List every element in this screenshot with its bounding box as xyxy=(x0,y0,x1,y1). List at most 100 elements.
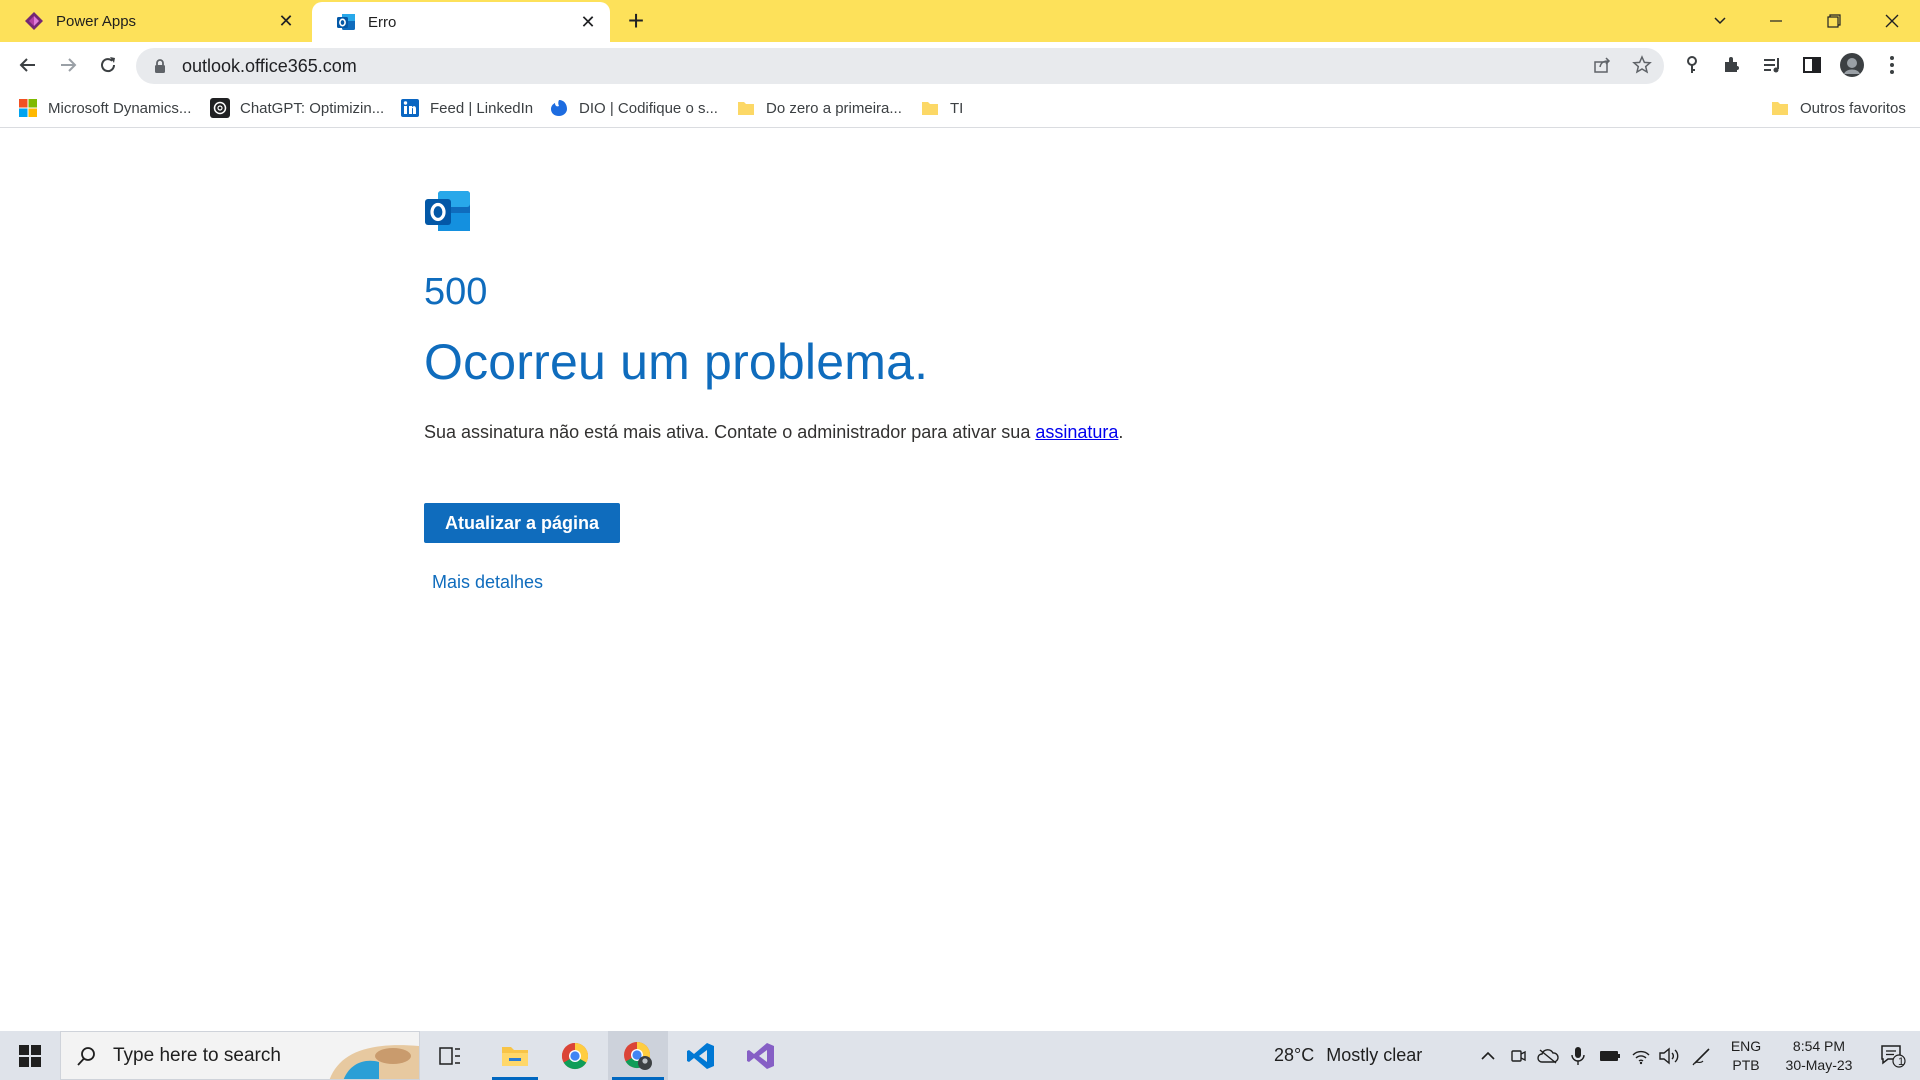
key-icon[interactable] xyxy=(1678,51,1706,79)
microsoft-icon xyxy=(19,99,37,117)
weather-description: Mostly clear xyxy=(1326,1045,1423,1065)
camera-icon xyxy=(1511,1049,1526,1062)
wifi-icon xyxy=(1632,1050,1650,1064)
more-details-link[interactable]: Mais detalhes xyxy=(432,572,543,593)
tab-strip: Power Apps ✕ Erro ✕ + xyxy=(0,0,1920,42)
lock-icon xyxy=(155,59,165,73)
error-message: Sua assinatura não está mais ativa. Cont… xyxy=(424,422,1123,443)
bookmark-label: ChatGPT: Optimizin... xyxy=(240,99,385,117)
minimize-button[interactable] xyxy=(1748,0,1804,42)
start-button[interactable] xyxy=(0,1031,60,1080)
tab-title: Erro xyxy=(368,13,397,31)
error-headline: Ocorreu um problema. xyxy=(424,334,929,390)
tab-title: Power Apps xyxy=(56,12,137,30)
side-panel-icon[interactable] xyxy=(1798,51,1826,79)
close-tab-icon[interactable]: ✕ xyxy=(276,11,296,31)
bookmark-microsoft-dynamics[interactable]: Microsoft Dynamics... xyxy=(18,96,191,120)
bookmark-label: Outros favoritos xyxy=(1800,99,1906,117)
weather-widget[interactable]: 28°C Mostly clear xyxy=(1262,1031,1422,1080)
tray-battery[interactable] xyxy=(1596,1031,1624,1080)
bookmark-label: Microsoft Dynamics... xyxy=(48,99,192,117)
restore-button[interactable] xyxy=(1806,0,1862,42)
page-content: 500 Ocorreu um problema. Sua assinatura … xyxy=(0,129,1920,1031)
bookmark-label: Feed | LinkedIn xyxy=(430,99,534,117)
battery-icon xyxy=(1600,1050,1620,1061)
menu-kebab-icon[interactable] xyxy=(1878,51,1906,79)
notification-center-button[interactable]: 1 xyxy=(1870,1031,1916,1080)
bookmark-label: DIO | Codifique o s... xyxy=(579,99,718,117)
microphone-icon xyxy=(1571,1046,1585,1065)
tray-onedrive[interactable] xyxy=(1536,1031,1560,1080)
weather-temperature: 28°C xyxy=(1274,1045,1315,1065)
tab-erro[interactable]: Erro ✕ xyxy=(312,2,610,42)
taskbar-visual-studio[interactable] xyxy=(734,1031,788,1080)
bookmark-folder-do-zero[interactable]: Do zero a primeira... xyxy=(736,96,902,120)
bookmark-linkedin[interactable]: Feed | LinkedIn xyxy=(400,96,533,120)
task-view-button[interactable] xyxy=(430,1031,470,1080)
share-icon[interactable] xyxy=(1588,51,1616,79)
outlook-icon xyxy=(337,14,355,30)
error-message-suffix: . xyxy=(1118,422,1124,442)
bookmark-label: TI xyxy=(950,99,964,117)
tray-pen[interactable] xyxy=(1688,1031,1716,1080)
error-message-text: Sua assinatura não está mais ativa. Cont… xyxy=(424,422,1036,442)
error-code: 500 xyxy=(424,271,488,313)
bookmark-chatgpt[interactable]: ChatGPT: Optimizin... xyxy=(210,96,384,120)
tray-camera[interactable] xyxy=(1506,1031,1530,1080)
folder-icon xyxy=(1772,102,1788,115)
chrome-profile-icon xyxy=(624,1041,652,1070)
clock-date: 30-May-23 xyxy=(1785,1057,1853,1073)
clock-time: 8:54 PM xyxy=(1792,1038,1846,1054)
taskbar-file-explorer[interactable] xyxy=(488,1031,542,1080)
tray-overflow-button[interactable] xyxy=(1476,1031,1500,1080)
bookmark-star-icon[interactable] xyxy=(1628,51,1656,79)
keyboard-layout: PTB xyxy=(1732,1057,1760,1073)
notification-count: 1 xyxy=(1898,1056,1905,1068)
bookmark-dio[interactable]: DIO | Codifique o s... xyxy=(549,96,718,120)
arrow-right-icon xyxy=(61,58,77,72)
forward-button[interactable] xyxy=(52,49,84,81)
clock[interactable]: 8:54 PM 30-May-23 xyxy=(1772,1031,1866,1080)
search-icon xyxy=(77,1046,95,1066)
extensions-icon[interactable] xyxy=(1718,51,1746,79)
tab-search-icon[interactable] xyxy=(1692,0,1748,42)
profile-avatar[interactable] xyxy=(1838,51,1866,79)
vscode-icon xyxy=(687,1042,714,1069)
tab-power-apps[interactable]: Power Apps ✕ xyxy=(0,0,308,42)
address-bar[interactable]: outlook.office365.com xyxy=(136,48,1664,84)
visual-studio-icon xyxy=(747,1042,774,1069)
linkedin-icon xyxy=(401,99,419,117)
dio-icon xyxy=(551,100,567,116)
refresh-page-button[interactable]: Atualizar a página xyxy=(424,503,620,543)
subscription-link[interactable]: assinatura xyxy=(1035,422,1118,442)
taskbar-chrome-profile[interactable] xyxy=(608,1031,668,1080)
file-explorer-icon xyxy=(502,1046,528,1066)
outlook-logo-icon xyxy=(425,191,470,231)
close-tab-icon[interactable]: ✕ xyxy=(578,12,598,32)
back-button[interactable] xyxy=(12,49,44,81)
taskbar-vscode[interactable] xyxy=(674,1031,728,1080)
chrome-icon xyxy=(561,1042,589,1069)
input-language-indicator[interactable]: ENG PTB xyxy=(1724,1031,1768,1080)
new-tab-button[interactable]: + xyxy=(622,5,650,36)
reload-button[interactable] xyxy=(92,49,124,81)
close-window-button[interactable] xyxy=(1864,0,1920,42)
windows-icon xyxy=(19,1044,41,1067)
chevron-up-icon xyxy=(1481,1051,1495,1060)
tray-volume[interactable] xyxy=(1656,1031,1682,1080)
browser-toolbar: outlook.office365.com xyxy=(0,42,1920,88)
folder-icon xyxy=(738,102,754,115)
language-code: ENG xyxy=(1730,1038,1762,1054)
folder-icon xyxy=(922,102,938,115)
bookmark-folder-ti[interactable]: TI xyxy=(920,96,963,120)
other-bookmarks-folder[interactable]: Outros favoritos xyxy=(1770,96,1906,120)
taskbar-search-box[interactable]: Type here to search xyxy=(60,1031,420,1080)
url-text: outlook.office365.com xyxy=(182,55,357,76)
power-apps-icon xyxy=(25,12,43,30)
reload-icon xyxy=(101,57,116,73)
taskbar-chrome[interactable] xyxy=(548,1031,602,1080)
tray-network[interactable] xyxy=(1628,1031,1654,1080)
media-queue-icon[interactable] xyxy=(1758,51,1786,79)
tray-microphone[interactable] xyxy=(1566,1031,1590,1080)
arrow-left-icon xyxy=(19,58,35,72)
